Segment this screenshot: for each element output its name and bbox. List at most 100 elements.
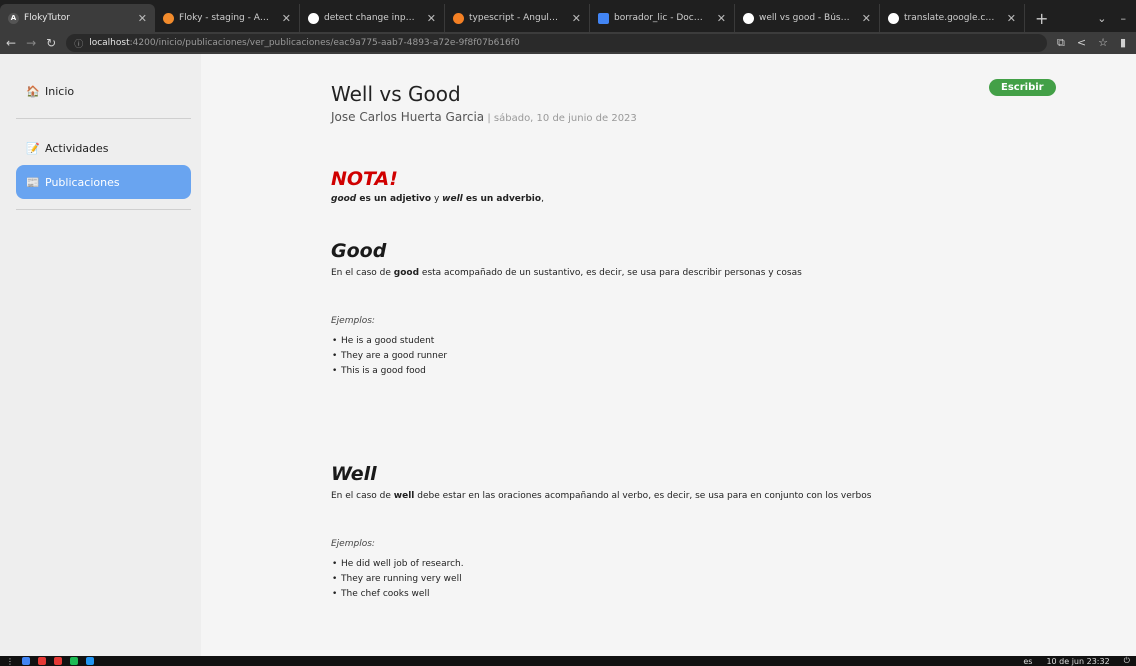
tab-stackoverflow-1[interactable]: detect change input text angula ✕ bbox=[300, 4, 445, 32]
tab-title: translate.google.com - Buscar c bbox=[904, 13, 998, 23]
text-part: debe estar en las oraciones acompañando … bbox=[414, 491, 872, 501]
keyword: well bbox=[393, 491, 415, 501]
sidebar-item-label: Publicaciones bbox=[45, 175, 120, 189]
list-item: They are running very well bbox=[331, 574, 1136, 589]
nota-part: es un adjetivo bbox=[356, 194, 432, 204]
app-icon[interactable] bbox=[54, 657, 62, 665]
section-well-heading: Well bbox=[331, 463, 377, 485]
text-part: esta acompañado de un sustantivo, es dec… bbox=[419, 268, 802, 278]
close-tab-icon[interactable]: ✕ bbox=[572, 12, 581, 25]
nota-part: y bbox=[431, 194, 443, 204]
google-favicon-icon bbox=[743, 12, 754, 24]
sidebar-divider bbox=[16, 118, 191, 119]
tab-title: well vs good - Búsqueda de Goo bbox=[759, 13, 853, 23]
power-icon[interactable]: ⏻ bbox=[1124, 656, 1130, 666]
tab-amplify[interactable]: Floky - staging - Amplify Studio ✕ bbox=[155, 4, 300, 32]
sidebar: 🏠 Inicio 📝 Actividades 📰 Publicaciones bbox=[0, 54, 201, 656]
new-tab-button[interactable]: + bbox=[1025, 4, 1058, 32]
forward-icon[interactable]: → bbox=[26, 36, 36, 50]
os-taskbar: ⋮ es 10 de jun 23:32 ⏻ bbox=[0, 656, 1136, 666]
tab-search-icon[interactable]: ⌄ bbox=[1097, 12, 1106, 25]
nota-text: good es un adjetivo y well es un adverbi… bbox=[331, 194, 1136, 204]
sidebar-item-label: Inicio bbox=[45, 84, 75, 98]
stackoverflow-favicon-icon bbox=[453, 12, 464, 24]
spotify-icon[interactable] bbox=[70, 657, 78, 665]
post-meta: Jose Carlos Huerta Garcia | sábado, 10 d… bbox=[331, 110, 1136, 124]
sidebar-item-publicaciones[interactable]: 📰 Publicaciones bbox=[16, 165, 191, 199]
nota-part: es un adverbio bbox=[462, 194, 542, 204]
tab-google-search[interactable]: well vs good - Búsqueda de Goo ✕ bbox=[735, 4, 880, 32]
list-item: He did well job of research. bbox=[331, 559, 1136, 574]
examples-label: Ejemplos: bbox=[331, 539, 375, 549]
tab-google-docs[interactable]: borrador_lic - Documentos de G ✕ bbox=[590, 4, 735, 32]
home-icon: 🏠 bbox=[26, 84, 40, 98]
sidebar-item-inicio[interactable]: 🏠 Inicio bbox=[16, 74, 191, 108]
minimize-icon[interactable]: – bbox=[1121, 12, 1127, 25]
browser-toolbar: ← → ↻ ⓘ localhost:4200/inicio/publicacio… bbox=[0, 32, 1136, 54]
list-item: This is a good food bbox=[331, 366, 1136, 381]
well-examples-list: He did well job of research. They are ru… bbox=[331, 559, 1136, 604]
tab-title: typescript - Angular on keyup.e bbox=[469, 13, 563, 23]
close-tab-icon[interactable]: ✕ bbox=[862, 12, 871, 25]
keyboard-layout[interactable]: es bbox=[1023, 657, 1032, 666]
tab-title: Floky - staging - Amplify Studio bbox=[179, 13, 273, 23]
sidebar-divider bbox=[16, 209, 191, 210]
close-tab-icon[interactable]: ✕ bbox=[1007, 12, 1016, 25]
good-examples-list: He is a good student They are a good run… bbox=[331, 336, 1136, 381]
tab-title: detect change input text angula bbox=[324, 13, 418, 23]
newspaper-icon: 📰 bbox=[26, 175, 40, 189]
section-well-text: En el caso de well debe estar en las ora… bbox=[331, 491, 1136, 501]
info-icon[interactable]: ⓘ bbox=[74, 37, 83, 50]
tab-title: borrador_lic - Documentos de G bbox=[614, 13, 708, 23]
close-tab-icon[interactable]: ✕ bbox=[427, 12, 436, 25]
examples-label: Ejemplos: bbox=[331, 316, 375, 326]
text-part: En el caso de bbox=[331, 268, 394, 278]
amplify-favicon-icon bbox=[163, 12, 174, 24]
word-good: good bbox=[331, 194, 357, 204]
tab-title: FlokyTutor bbox=[24, 13, 70, 23]
clock[interactable]: 10 de jun 23:32 bbox=[1046, 657, 1109, 666]
tab-stackoverflow-2[interactable]: typescript - Angular on keyup.e ✕ bbox=[445, 4, 590, 32]
system-tray: es 10 de jun 23:32 ⏻ bbox=[1023, 656, 1130, 666]
list-item: The chef cooks well bbox=[331, 589, 1136, 604]
browser-tab-strip: A FlokyTutor ✕ Floky - staging - Amplify… bbox=[0, 0, 1136, 32]
bookmark-star-icon[interactable]: ☆ bbox=[1098, 36, 1108, 50]
keyword: good bbox=[393, 268, 420, 278]
share-icon[interactable]: < bbox=[1077, 36, 1086, 50]
url-path: :4200/inicio/publicaciones/ver_publicaci… bbox=[129, 38, 520, 48]
post-content: Escribir Well vs Good Jose Carlos Huerta… bbox=[201, 54, 1136, 656]
close-tab-icon[interactable]: ✕ bbox=[717, 12, 726, 25]
reload-icon[interactable]: ↻ bbox=[46, 36, 56, 50]
docs-favicon-icon bbox=[598, 12, 609, 24]
url-host: localhost bbox=[89, 38, 130, 48]
list-item: He is a good student bbox=[331, 336, 1136, 351]
app-root: 🏠 Inicio 📝 Actividades 📰 Publicaciones E… bbox=[0, 54, 1136, 656]
nota-heading: NOTA! bbox=[331, 168, 398, 190]
close-tab-icon[interactable]: ✕ bbox=[282, 12, 291, 25]
section-good-text: En el caso de good esta acompañado de un… bbox=[331, 268, 1136, 278]
post-author: Jose Carlos Huerta Garcia bbox=[331, 110, 485, 124]
tab-translate[interactable]: translate.google.com - Buscar c ✕ bbox=[880, 4, 1025, 32]
translate-icon[interactable]: ⧉ bbox=[1057, 36, 1065, 50]
chrome-icon[interactable] bbox=[22, 657, 30, 665]
close-tab-icon[interactable]: ✕ bbox=[138, 12, 147, 25]
sidepanel-icon[interactable]: ▮ bbox=[1120, 36, 1126, 50]
section-good-heading: Good bbox=[331, 240, 387, 262]
google-favicon-icon bbox=[888, 12, 899, 24]
nota-part: , bbox=[541, 194, 544, 204]
back-icon[interactable]: ← bbox=[6, 36, 16, 50]
memo-icon: 📝 bbox=[26, 141, 40, 155]
text-part: En el caso de bbox=[331, 491, 394, 501]
word-well: well bbox=[442, 194, 463, 204]
vscode-icon[interactable] bbox=[86, 657, 94, 665]
sidebar-item-actividades[interactable]: 📝 Actividades bbox=[16, 131, 191, 165]
tab-flokytutor[interactable]: A FlokyTutor ✕ bbox=[0, 4, 155, 32]
window-controls: ⌄ – bbox=[1087, 4, 1136, 32]
write-button[interactable]: Escribir bbox=[989, 79, 1056, 96]
app-icon[interactable] bbox=[38, 657, 46, 665]
meta-separator: | bbox=[484, 113, 494, 124]
address-bar[interactable]: ⓘ localhost:4200/inicio/publicaciones/ve… bbox=[66, 34, 1047, 52]
apps-grid-icon[interactable]: ⋮ bbox=[6, 657, 14, 666]
post-date: sábado, 10 de junio de 2023 bbox=[493, 113, 637, 124]
sidebar-item-label: Actividades bbox=[45, 141, 109, 155]
